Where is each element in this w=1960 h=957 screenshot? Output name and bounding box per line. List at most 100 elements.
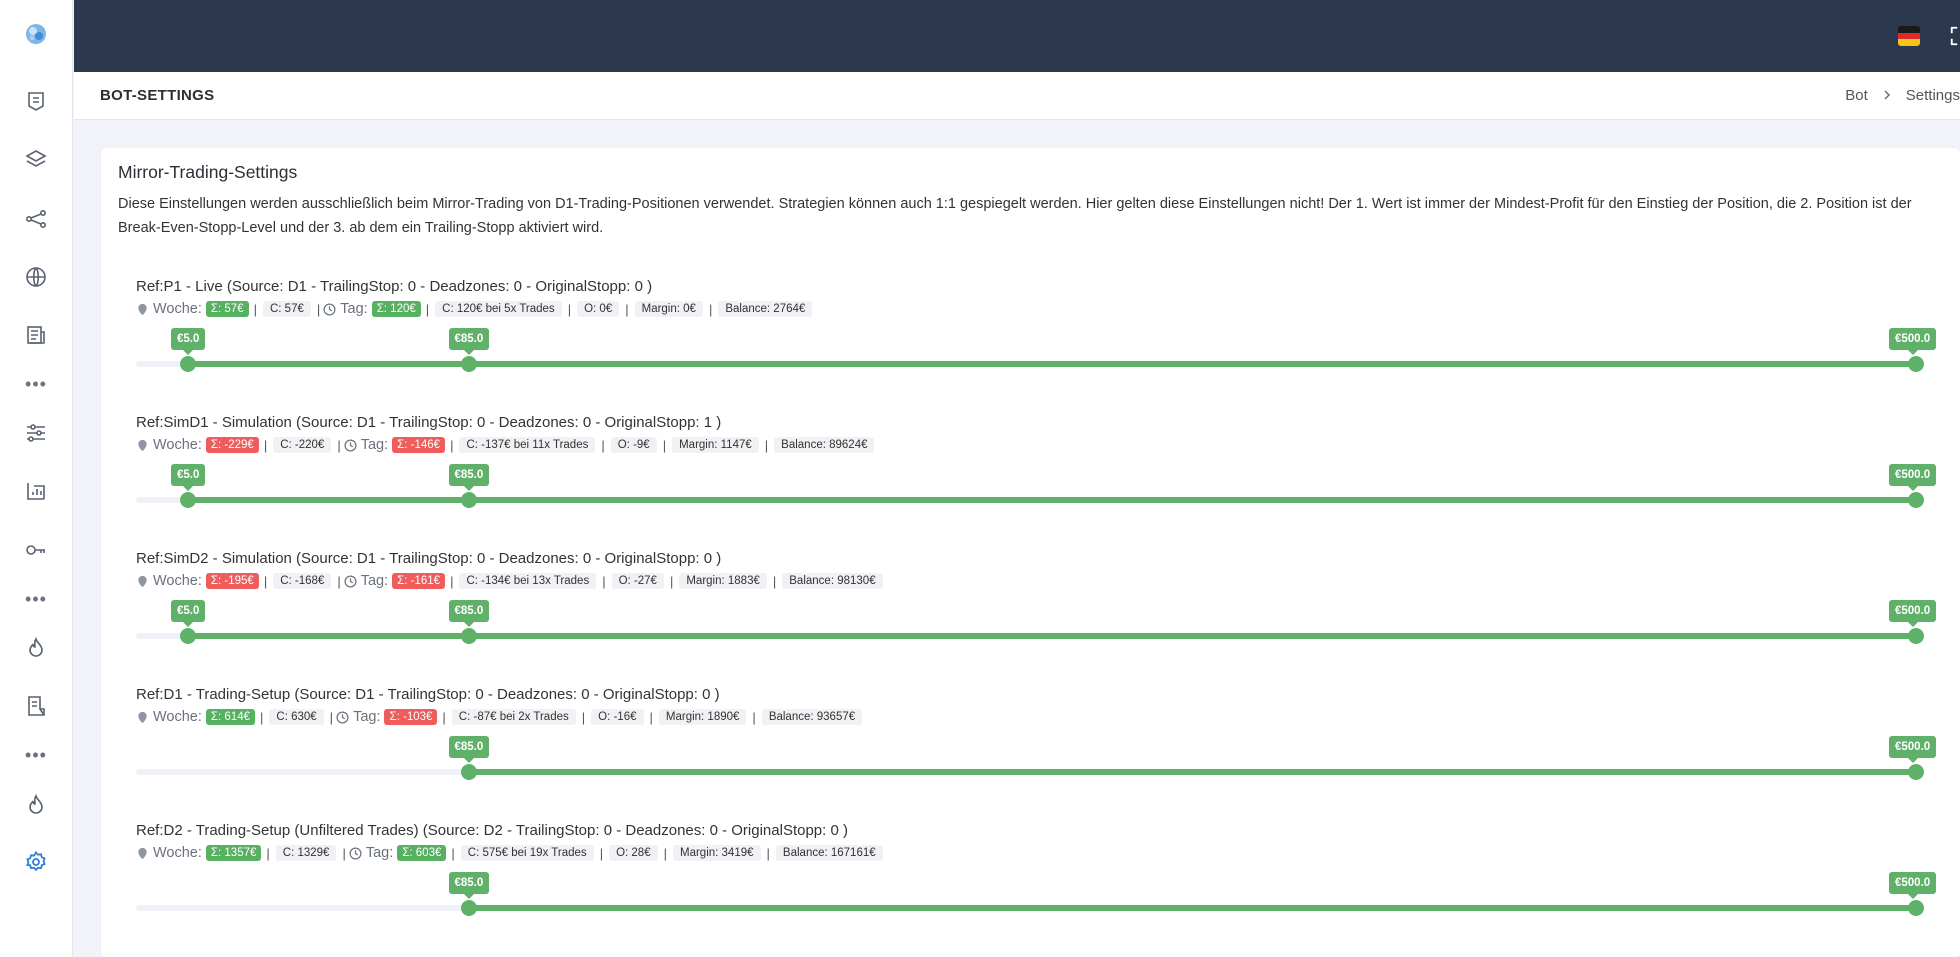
stat-tag: C: 120€ bei 5x Trades <box>435 301 562 317</box>
slider-value-tooltip: €5.0 <box>171 464 206 491</box>
stat-tag: Margin: 1147€ <box>672 437 759 453</box>
more-dots-1: ••• <box>25 374 47 394</box>
report-icon[interactable] <box>21 476 51 506</box>
location-pin-icon <box>136 711 149 724</box>
slider-handle[interactable] <box>180 628 196 644</box>
location-pin-icon <box>136 847 149 860</box>
separator: | <box>567 301 572 317</box>
day-label: Tag: <box>360 573 389 589</box>
slider-handle[interactable] <box>1908 764 1924 780</box>
slider-handle[interactable] <box>180 356 196 372</box>
section-title: Ref:P1 - Live (Source: D1 - TrailingStop… <box>136 278 653 295</box>
week-sum-badge: Σ: 614€ <box>205 709 255 725</box>
sliders-icon[interactable] <box>21 418 51 448</box>
stats-row: Woche: Σ: 57€ | C: 57€ | Tag: Σ: 120€ | C: 120€ … <box>136 298 815 320</box>
breadcrumb-bot[interactable]: Bot <box>1845 87 1868 104</box>
day-sum-badge: Σ: 603€ <box>397 845 447 861</box>
section-title: Ref:SimD2 - Simulation (Source: D1 - Tra… <box>136 550 722 567</box>
slider-handle[interactable] <box>1908 900 1924 916</box>
share-icon[interactable] <box>21 204 51 234</box>
dashboard-icon[interactable] <box>21 86 51 116</box>
separator: | <box>442 709 446 725</box>
slider-handle[interactable] <box>461 628 477 644</box>
flame-icon-2[interactable] <box>21 790 51 820</box>
top-bar <box>74 0 1960 72</box>
week-closed-tag: C: 57€ <box>262 301 311 317</box>
separator: | <box>316 301 321 317</box>
stat-tag: C: -137€ bei 11x Trades <box>459 437 596 453</box>
location-pin-icon <box>136 303 149 316</box>
day-label: Tag: <box>365 845 394 861</box>
slider-value-tooltip: €85.0 <box>448 872 490 899</box>
fullscreen-icon[interactable] <box>1946 22 1960 50</box>
range-slider[interactable]: €5.0 €85.0 €500.0 <box>136 600 1937 650</box>
slider-value-tooltip: €85.0 <box>448 464 490 491</box>
day-label: Tag: <box>340 301 368 317</box>
slider-value-tooltip: €5.0 <box>171 328 206 355</box>
stat-tag: Balance: 89624€ <box>774 437 875 453</box>
stat-tag: Balance: 98130€ <box>782 573 883 589</box>
week-sum-badge: Σ: -195€ <box>205 573 259 589</box>
key-icon[interactable] <box>21 535 51 565</box>
clock-icon <box>344 575 357 588</box>
week-closed-tag: C: -168€ <box>273 573 332 589</box>
slider-section: Ref:SimD1 - Simulation (Source: D1 - Tra… <box>136 414 1937 544</box>
day-sum-badge: Σ: -103€ <box>384 709 438 725</box>
globe-icon[interactable] <box>21 262 51 292</box>
clock-icon <box>323 303 336 316</box>
separator: | <box>337 573 341 589</box>
day-label: Tag: <box>353 709 381 725</box>
slider-handle[interactable] <box>1908 628 1924 644</box>
news-icon[interactable] <box>21 320 51 350</box>
separator: | <box>601 437 605 453</box>
german-flag-icon[interactable] <box>1898 26 1920 46</box>
slider-handle[interactable] <box>461 492 477 508</box>
separator: | <box>625 301 629 317</box>
slider-handle[interactable] <box>461 356 477 372</box>
slider-handle[interactable] <box>1908 492 1924 508</box>
stat-tag: C: 575€ bei 19x Trades <box>460 845 594 861</box>
separator: | <box>451 845 455 861</box>
week-label: Woche: <box>153 301 202 317</box>
slider-handle[interactable] <box>461 764 477 780</box>
slider-fill <box>469 769 1916 775</box>
slider-handle[interactable] <box>180 492 196 508</box>
more-dots-2: ••• <box>25 589 47 609</box>
separator: | <box>772 573 777 589</box>
separator: | <box>766 845 770 861</box>
separator: | <box>425 301 430 317</box>
slider-handle[interactable] <box>1908 356 1924 372</box>
stat-tag: Balance: 167161€ <box>775 845 883 861</box>
logo-icon[interactable] <box>21 19 51 49</box>
slider-handle[interactable] <box>461 900 477 916</box>
layers-icon[interactable] <box>21 145 51 175</box>
slider-fill <box>188 497 1916 503</box>
section-title: Ref:D2 - Trading-Setup (Unfiltered Trade… <box>136 822 848 839</box>
day-sum-badge: Σ: -146€ <box>392 437 446 453</box>
card-description: Diese Einstellungen werden ausschließlic… <box>118 196 1912 236</box>
stat-tag: C: -87€ bei 2x Trades <box>451 709 576 725</box>
range-slider[interactable]: €85.0 €500.0 <box>136 872 1937 922</box>
separator: | <box>599 845 604 861</box>
day-sum-badge: Σ: -161€ <box>392 573 446 589</box>
stat-tag: O: -9€ <box>610 437 657 453</box>
separator: | <box>662 437 667 453</box>
flame-icon[interactable] <box>21 633 51 663</box>
separator: | <box>253 301 257 317</box>
slider-section: Ref:SimD2 - Simulation (Source: D1 - Tra… <box>136 550 1937 680</box>
separator: | <box>669 573 674 589</box>
range-slider[interactable]: €5.0 €85.0 €500.0 <box>136 464 1937 514</box>
day-label: Tag: <box>360 437 389 453</box>
stats-row: Woche: Σ: 1357€ | C: 1329€ | Tag: Σ: 603€ | C: 5… <box>136 842 886 864</box>
slider-fill <box>188 361 1916 367</box>
range-slider[interactable]: €5.0 €85.0 €500.0 <box>136 328 1937 378</box>
range-slider[interactable]: €85.0 €500.0 <box>136 736 1937 786</box>
settings-gear-icon[interactable] <box>21 847 51 877</box>
section-title: Ref:SimD1 - Simulation (Source: D1 - Tra… <box>136 414 722 431</box>
location-pin-icon <box>136 439 149 452</box>
stat-tag: O: -27€ <box>611 573 664 589</box>
breadcrumb: Bot Settings <box>1845 87 1960 104</box>
clock-icon <box>344 439 357 452</box>
separator: | <box>450 437 454 453</box>
document-icon[interactable] <box>21 691 51 721</box>
